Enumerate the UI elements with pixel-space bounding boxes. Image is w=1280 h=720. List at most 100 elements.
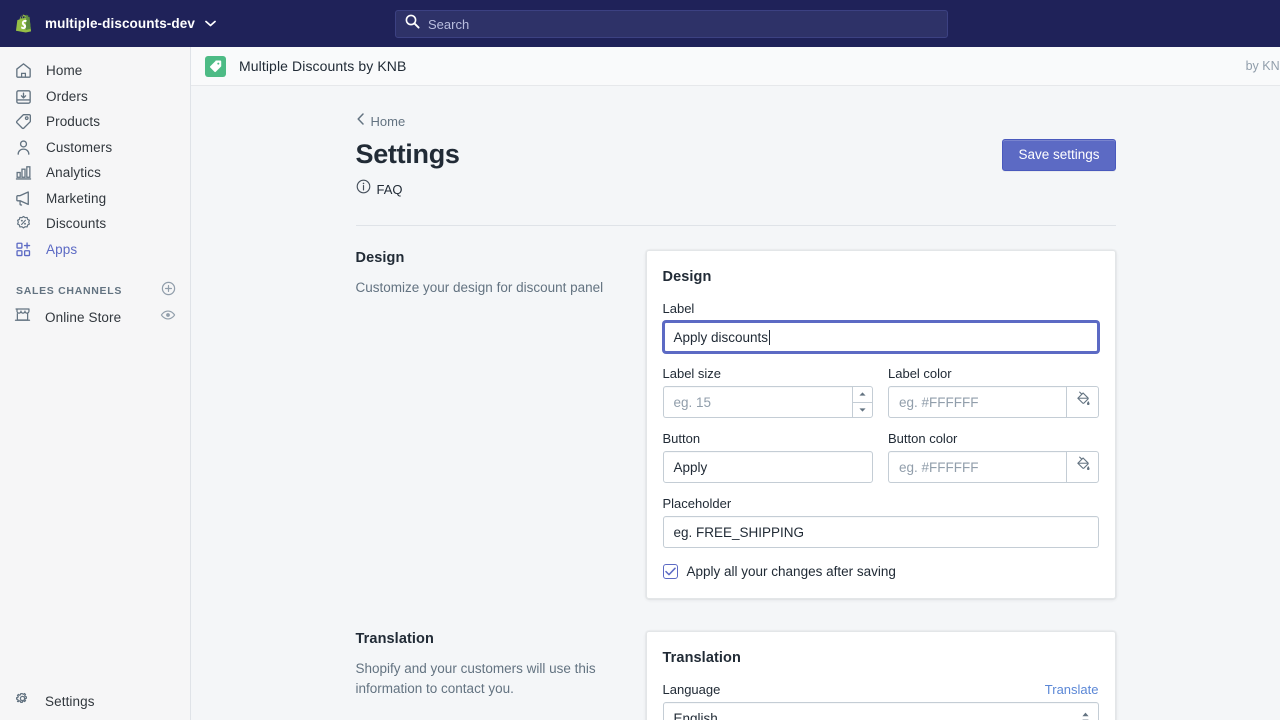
button-color-input[interactable]: eg. #FFFFFF xyxy=(888,451,1066,483)
apply-changes-checkbox-row[interactable]: Apply all your changes after saving xyxy=(663,564,1099,579)
apply-changes-label: Apply all your changes after saving xyxy=(687,564,896,579)
label-color-field-group: Label color eg. #FFFFFF xyxy=(888,366,1099,418)
button-color-placeholder: eg. #FFFFFF xyxy=(899,460,979,475)
label-color-label: Label color xyxy=(888,366,1099,381)
apply-changes-checkbox[interactable] xyxy=(663,564,678,579)
label-size-color-row: Label size eg. 15 xyxy=(663,366,1099,418)
design-card: Design Label Apply discounts Label size … xyxy=(646,250,1116,599)
placeholder-input-value: eg. FREE_SHIPPING xyxy=(674,525,805,540)
breadcrumb[interactable]: Home xyxy=(356,112,406,130)
check-icon xyxy=(665,567,676,576)
sidebar-item-analytics[interactable]: Analytics xyxy=(0,160,190,186)
label-color-picker-button[interactable] xyxy=(1066,386,1099,418)
button-text-value: Apply xyxy=(674,460,708,475)
translate-link[interactable]: Translate xyxy=(1045,682,1099,697)
sidebar-item-label: Products xyxy=(46,114,100,129)
label-size-stepper-buttons xyxy=(852,386,873,418)
button-color-control: eg. #FFFFFF xyxy=(888,451,1099,483)
label-field-label: Label xyxy=(663,301,1099,316)
sidebar-nav: Home Orders Products Customers Analytics xyxy=(0,47,190,262)
page-title-row: Settings FAQ Save settings xyxy=(356,139,1116,199)
sidebar-item-label: Discounts xyxy=(46,216,106,231)
apps-grid-icon xyxy=(13,239,33,259)
sidebar-item-home[interactable]: Home xyxy=(0,58,190,84)
chevron-down-icon xyxy=(205,20,216,27)
design-card-title: Design xyxy=(663,269,1099,285)
label-size-field-group: Label size eg. 15 xyxy=(663,366,874,418)
design-section: Design Customize your design for discoun… xyxy=(356,226,1116,599)
placeholder-input[interactable]: eg. FREE_SHIPPING xyxy=(663,516,1099,548)
save-settings-button[interactable]: Save settings xyxy=(1002,139,1115,171)
button-color-row: Button Apply Button color eg. #FFFFFF xyxy=(663,431,1099,483)
search-icon xyxy=(405,14,420,34)
app-title: Multiple Discounts by KNB xyxy=(239,58,406,74)
products-tag-icon xyxy=(13,112,33,132)
translation-section-description: Translation Shopify and your customers w… xyxy=(356,631,626,720)
sidebar-item-settings[interactable]: Settings xyxy=(0,682,191,720)
info-circle-icon xyxy=(356,179,371,199)
translation-section-subtitle: Shopify and your customers will use this… xyxy=(356,659,626,698)
page-title: Settings xyxy=(356,139,460,170)
app-author-label: by KNB xyxy=(1246,59,1280,73)
sidebar-item-products[interactable]: Products xyxy=(0,109,190,135)
design-section-title: Design xyxy=(356,250,626,266)
sidebar-item-discounts[interactable]: Discounts xyxy=(0,211,190,237)
sidebar-item-label: Analytics xyxy=(46,165,101,180)
button-text-input[interactable]: Apply xyxy=(663,451,874,483)
sidebar-item-online-store[interactable]: Online Store xyxy=(0,304,190,330)
design-section-subtitle: Customize your design for discount panel xyxy=(356,278,626,298)
sidebar-item-customers[interactable]: Customers xyxy=(0,135,190,161)
circle-plus-icon[interactable] xyxy=(161,281,176,301)
language-select-wrap: English xyxy=(663,702,1099,720)
label-color-input[interactable]: eg. #FFFFFF xyxy=(888,386,1066,418)
breadcrumb-label: Home xyxy=(371,114,406,129)
discounts-badge-icon xyxy=(13,214,33,234)
eye-icon[interactable] xyxy=(160,307,176,328)
gear-icon xyxy=(13,689,32,713)
label-input[interactable]: Apply discounts xyxy=(663,321,1099,353)
label-size-input[interactable]: eg. 15 xyxy=(663,386,853,418)
color-picker-icon xyxy=(1074,456,1091,478)
sidebar-item-apps[interactable]: Apps xyxy=(0,237,190,263)
placeholder-field-group: Placeholder eg. FREE_SHIPPING xyxy=(663,496,1099,548)
page-inner: Home Settings FAQ Save settings Design C… xyxy=(356,86,1116,720)
label-field-group: Label Apply discounts xyxy=(663,301,1099,353)
button-color-picker-button[interactable] xyxy=(1066,451,1099,483)
sales-channels-header: SALES CHANNELS xyxy=(0,278,190,304)
faq-link[interactable]: FAQ xyxy=(356,179,403,199)
translation-card-title: Translation xyxy=(663,650,1099,666)
caret-down-icon[interactable] xyxy=(853,403,872,418)
top-bar: multiple-discounts-dev Search xyxy=(0,0,1280,47)
title-block: Settings FAQ xyxy=(356,139,460,199)
home-icon xyxy=(13,61,33,81)
translation-section-title: Translation xyxy=(356,631,626,647)
customers-icon xyxy=(13,137,33,157)
sidebar: Home Orders Products Customers Analytics xyxy=(0,47,191,720)
chevron-left-icon xyxy=(356,112,365,130)
language-field-group: Language Translate English Use Google tr… xyxy=(663,682,1099,720)
marketing-megaphone-icon xyxy=(13,188,33,208)
storefront-icon xyxy=(13,305,32,329)
sidebar-item-label: Marketing xyxy=(46,191,106,206)
color-picker-icon xyxy=(1074,391,1091,413)
app-header: Multiple Discounts by KNB by KNB xyxy=(191,47,1280,86)
label-input-value: Apply discounts xyxy=(674,330,769,345)
sidebar-item-orders[interactable]: Orders xyxy=(0,84,190,110)
button-color-label: Button color xyxy=(888,431,1099,446)
sidebar-item-label: Home xyxy=(46,63,82,78)
discount-tag-logo xyxy=(205,56,226,77)
caret-up-icon[interactable] xyxy=(853,387,872,403)
button-field-group: Button Apply xyxy=(663,431,874,483)
text-caret xyxy=(769,330,770,345)
search-input[interactable]: Search xyxy=(395,10,948,38)
button-field-label: Button xyxy=(663,431,874,446)
orders-icon xyxy=(13,86,33,106)
translation-card: Translation Language Translate English xyxy=(646,631,1116,720)
main-content: Home Settings FAQ Save settings Design C… xyxy=(191,86,1280,720)
language-label-row: Language Translate xyxy=(663,682,1099,702)
sidebar-item-marketing[interactable]: Marketing xyxy=(0,186,190,212)
language-label: Language xyxy=(663,682,721,697)
store-switcher[interactable]: multiple-discounts-dev xyxy=(0,0,216,47)
label-size-placeholder: eg. 15 xyxy=(674,395,712,410)
language-select[interactable]: English xyxy=(663,702,1099,720)
